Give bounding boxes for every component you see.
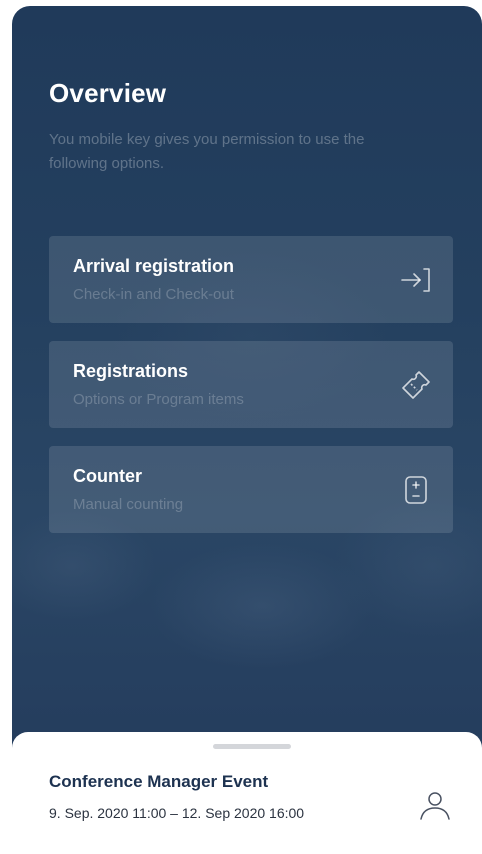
card-subtitle: Check-in and Check-out bbox=[73, 286, 234, 303]
sheet-drag-handle[interactable] bbox=[213, 744, 291, 749]
registrations-card[interactable]: Registrations Options or Program items bbox=[49, 341, 453, 428]
card-title: Arrival registration bbox=[73, 256, 235, 276]
event-name: Conference Manager Event bbox=[49, 772, 269, 791]
ticket-icon bbox=[399, 368, 433, 402]
card-subtitle: Manual counting bbox=[73, 496, 184, 513]
page-title: Overview bbox=[49, 78, 167, 108]
counter-card[interactable]: Counter Manual counting bbox=[49, 446, 453, 533]
event-bottom-sheet[interactable]: Conference Manager Event 9. Sep. 2020 11… bbox=[12, 732, 482, 854]
user-profile-icon[interactable] bbox=[418, 788, 452, 822]
login-arrow-icon bbox=[399, 263, 433, 297]
card-title: Counter bbox=[73, 466, 142, 486]
counter-plus-minus-icon bbox=[399, 473, 433, 507]
card-subtitle: Options or Program items bbox=[73, 391, 244, 408]
arrival-registration-card[interactable]: Arrival registration Check-in and Check-… bbox=[49, 236, 453, 323]
event-dates: 9. Sep. 2020 11:00 – 12. Sep 2020 16:00 bbox=[49, 805, 305, 821]
page-subtitle: You mobile key gives you permission to u… bbox=[49, 131, 365, 172]
app-screen: Overview You mobile key gives you permis… bbox=[12, 6, 482, 854]
card-title: Registrations bbox=[73, 361, 189, 381]
